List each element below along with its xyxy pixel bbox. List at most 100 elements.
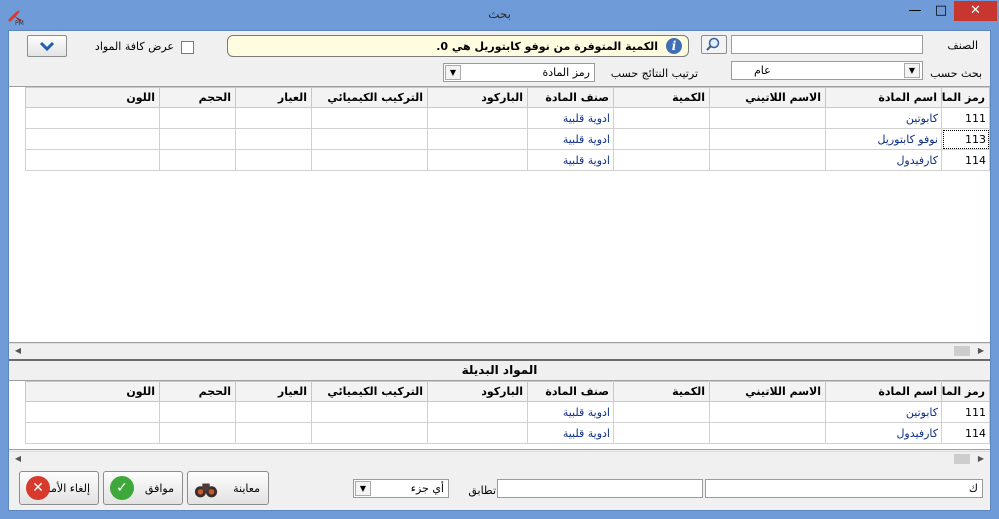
- table-cell[interactable]: 114: [941, 149, 990, 171]
- table-cell[interactable]: 113: [941, 128, 990, 150]
- column-header[interactable]: الكمية: [613, 87, 710, 108]
- column-header[interactable]: الحجم: [159, 381, 236, 402]
- table-row[interactable]: 114 كارفيدول ادوية قلبية: [25, 149, 990, 171]
- table-cell[interactable]: [159, 422, 236, 444]
- table-cell[interactable]: [25, 107, 160, 129]
- table-row[interactable]: 111 كابوتين ادوية قلبية: [25, 401, 990, 423]
- table-cell[interactable]: [235, 422, 312, 444]
- table-cell[interactable]: [709, 128, 826, 150]
- table-cell[interactable]: ادوية قلبية: [527, 128, 614, 150]
- column-header[interactable]: الاسم اللاتيني: [709, 87, 826, 108]
- table-cell[interactable]: [159, 149, 236, 171]
- table-cell[interactable]: [709, 107, 826, 129]
- table-cell[interactable]: [311, 107, 428, 129]
- column-header[interactable]: الكمية: [613, 381, 710, 402]
- scroll-thumb[interactable]: [954, 454, 970, 464]
- match-select[interactable]: أي جزء ▼: [353, 479, 449, 498]
- column-header[interactable]: الحجم: [159, 87, 236, 108]
- table-cell[interactable]: [235, 149, 312, 171]
- table-cell[interactable]: [25, 128, 160, 150]
- table-cell[interactable]: 111: [941, 401, 990, 423]
- table-cell[interactable]: [25, 422, 160, 444]
- table-cell[interactable]: كارفيدول: [825, 422, 942, 444]
- scroll-left-icon[interactable]: ◀: [11, 453, 25, 465]
- table-cell[interactable]: كارفيدول: [825, 149, 942, 171]
- footer-filter-input-1[interactable]: ك: [705, 479, 983, 498]
- close-button[interactable]: ✕: [954, 1, 997, 21]
- table-cell[interactable]: [427, 128, 528, 150]
- search-by-select[interactable]: عام ▼: [731, 61, 923, 80]
- search-button[interactable]: [701, 35, 727, 54]
- table-cell[interactable]: [25, 401, 160, 423]
- table-cell[interactable]: [311, 401, 428, 423]
- table-cell[interactable]: [709, 401, 826, 423]
- table-cell[interactable]: [427, 401, 528, 423]
- table-cell[interactable]: [311, 149, 428, 171]
- table-row[interactable]: 111 كابوتين ادوية قلبية: [25, 107, 990, 129]
- column-header[interactable]: صنف المادة: [527, 381, 614, 402]
- column-header[interactable]: العيار: [235, 87, 312, 108]
- column-header[interactable]: رمز المادة: [941, 87, 990, 108]
- table-cell[interactable]: [311, 128, 428, 150]
- column-header[interactable]: الباركود: [427, 381, 528, 402]
- table-cell[interactable]: [25, 149, 160, 171]
- table-cell[interactable]: [235, 107, 312, 129]
- column-header[interactable]: اللون: [25, 87, 160, 108]
- table-cell[interactable]: [427, 422, 528, 444]
- footer-filter-input-2[interactable]: [497, 479, 703, 498]
- table-cell[interactable]: [613, 107, 710, 129]
- table-cell[interactable]: كابوتين: [825, 107, 942, 129]
- table-cell[interactable]: ادوية قلبية: [527, 401, 614, 423]
- column-header[interactable]: الاسم اللاتيني: [709, 381, 826, 402]
- dropdown-arrow-icon[interactable]: ▼: [445, 65, 461, 80]
- table-cell[interactable]: [311, 422, 428, 444]
- table-cell[interactable]: ادوية قلبية: [527, 107, 614, 129]
- column-header[interactable]: صنف المادة: [527, 87, 614, 108]
- table-cell[interactable]: ادوية قلبية: [527, 149, 614, 171]
- table-cell[interactable]: [709, 422, 826, 444]
- table-cell[interactable]: [159, 107, 236, 129]
- column-header[interactable]: اسم المادة: [825, 381, 942, 402]
- table-cell[interactable]: 114: [941, 422, 990, 444]
- table-cell[interactable]: كابوتين: [825, 401, 942, 423]
- table-cell[interactable]: [427, 149, 528, 171]
- column-header[interactable]: اللون: [25, 381, 160, 402]
- table-cell[interactable]: نوفو كابتوريل: [825, 128, 942, 150]
- preview-button[interactable]: معاينة: [187, 471, 269, 505]
- column-header[interactable]: رمز المادة: [941, 381, 990, 402]
- column-header[interactable]: التركيب الكيميائي: [311, 381, 428, 402]
- results-hscrollbar[interactable]: ◀ ▶: [9, 343, 990, 357]
- table-cell[interactable]: [613, 128, 710, 150]
- column-header[interactable]: اسم المادة: [825, 87, 942, 108]
- scroll-right-icon[interactable]: ▶: [974, 345, 988, 357]
- table-cell[interactable]: [159, 401, 236, 423]
- scroll-right-icon[interactable]: ▶: [974, 453, 988, 465]
- cancel-button[interactable]: إلغاء الأمر ✕: [19, 471, 99, 505]
- table-cell[interactable]: 111: [941, 107, 990, 129]
- dropdown-arrow-icon[interactable]: ▼: [904, 63, 920, 78]
- alternatives-hscrollbar[interactable]: ◀ ▶: [9, 451, 990, 465]
- table-row[interactable]: 113 نوفو كابتوريل ادوية قلبية: [25, 128, 990, 150]
- column-header[interactable]: العيار: [235, 381, 312, 402]
- category-input[interactable]: [731, 35, 923, 54]
- table-cell[interactable]: [613, 422, 710, 444]
- table-row[interactable]: 114 كارفيدول ادوية قلبية: [25, 422, 990, 444]
- minimize-button[interactable]: —: [902, 1, 928, 21]
- table-cell[interactable]: [235, 401, 312, 423]
- sort-select[interactable]: رمز المادة ▼: [443, 63, 595, 82]
- table-cell[interactable]: [613, 401, 710, 423]
- options-dropdown-button[interactable]: [27, 35, 67, 57]
- maximize-button[interactable]: □: [928, 1, 954, 21]
- dropdown-arrow-icon[interactable]: ▼: [355, 481, 371, 496]
- table-cell[interactable]: [235, 128, 312, 150]
- table-cell[interactable]: [427, 107, 528, 129]
- scroll-left-icon[interactable]: ◀: [11, 345, 25, 357]
- ok-button[interactable]: موافق ✓: [103, 471, 183, 505]
- table-cell[interactable]: ادوية قلبية: [527, 422, 614, 444]
- column-header[interactable]: الباركود: [427, 87, 528, 108]
- show-all-checkbox[interactable]: [181, 41, 194, 54]
- column-header[interactable]: التركيب الكيميائي: [311, 87, 428, 108]
- table-cell[interactable]: [709, 149, 826, 171]
- table-cell[interactable]: [613, 149, 710, 171]
- scroll-thumb[interactable]: [954, 346, 970, 356]
